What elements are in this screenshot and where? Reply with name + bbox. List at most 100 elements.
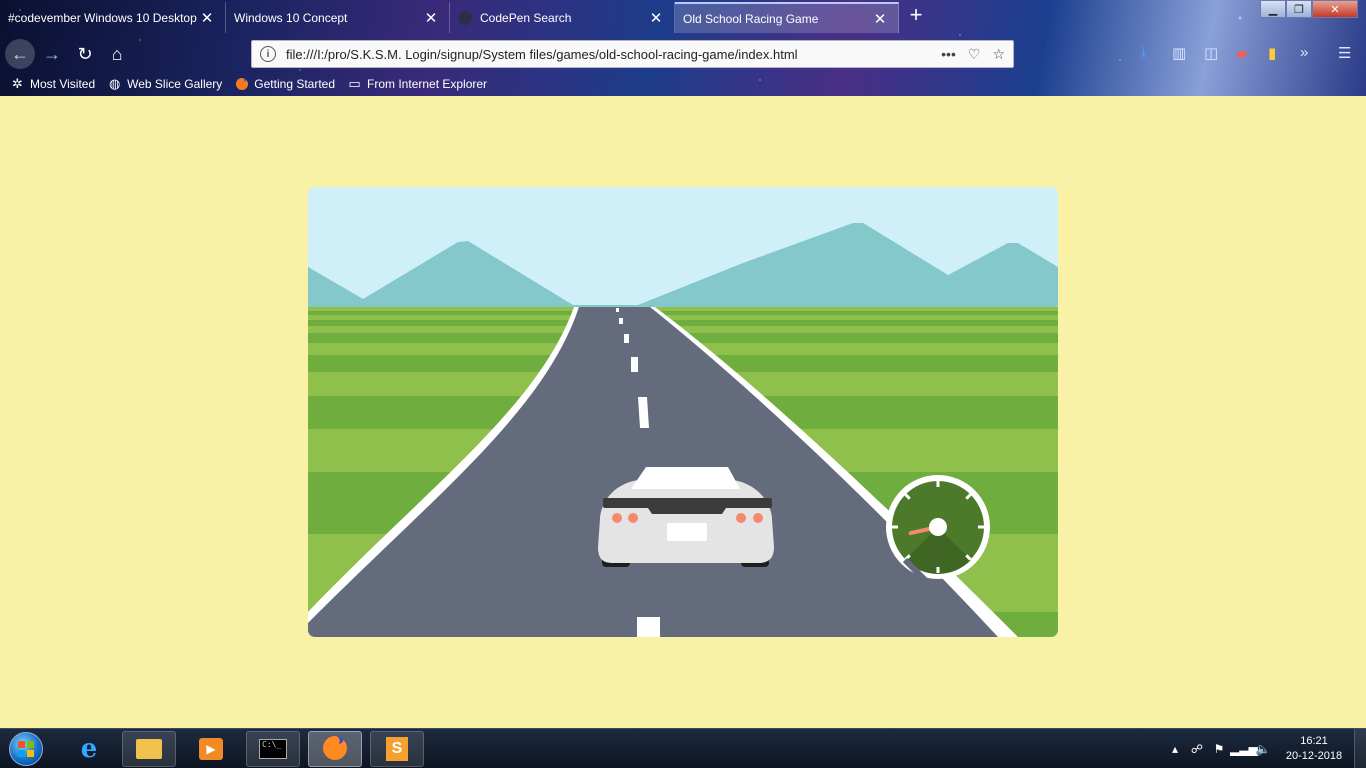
bookmark-label: Web Slice Gallery (127, 77, 223, 91)
tab-codevember[interactable]: #codevember Windows 10 Desktop ✕ (0, 2, 226, 33)
arrow-left-icon: ← (11, 43, 29, 64)
home-icon: ⌂ (111, 43, 123, 64)
tail-light-right-outer (753, 513, 763, 523)
signal-strength-icon[interactable]: ▂▃▅ (1230, 742, 1258, 756)
car-spoiler (603, 498, 772, 508)
home-button[interactable]: ⌂ (102, 39, 132, 69)
close-icon[interactable]: ✕ (872, 11, 888, 28)
show-desktop-button[interactable] (1354, 729, 1366, 768)
globe-icon: ◍ (108, 76, 121, 91)
bookmark-label: From Internet Explorer (367, 77, 488, 91)
tab-title: #codevember Windows 10 Desktop (8, 10, 197, 25)
clock[interactable]: 16:21 20-12-2018 (1274, 734, 1354, 764)
tail-light-left-inner (628, 513, 638, 523)
tab-old-school-racing-game[interactable]: Old School Racing Game ✕ (675, 2, 899, 33)
forward-button[interactable]: → (37, 39, 67, 69)
grass-stripe (308, 311, 1058, 315)
navigation-toolbar: ← → ↻ ⌂ i file:///I:/pro/S.K.S.M. Login/… (0, 36, 1366, 72)
downloads-icon[interactable]: ⤓ (1140, 44, 1147, 61)
file-explorer-icon (136, 739, 162, 759)
reload-icon: ↻ (77, 43, 93, 64)
grass-stripe (308, 315, 1058, 320)
game-scene (308, 187, 1058, 637)
clock-date: 20-12-2018 (1285, 750, 1343, 762)
bookmark-star-icon[interactable]: ☆ (992, 46, 1005, 63)
bookmark-label: Getting Started (254, 77, 336, 91)
folder-icon: ▭ (348, 76, 361, 91)
stats-addon-icon[interactable]: ▮ (1268, 44, 1276, 62)
sidebar-icon[interactable]: ◫ (1204, 44, 1218, 62)
url-text[interactable]: file:///I:/pro/S.K.S.M. Login/signup/Sys… (286, 47, 941, 62)
tab-strip: #codevember Windows 10 Desktop ✕ Windows… (0, 0, 1366, 34)
reload-button[interactable]: ↻ (70, 39, 100, 69)
new-tab-button[interactable]: + (904, 4, 928, 28)
close-icon[interactable]: ✕ (423, 10, 439, 27)
network-app-icon[interactable]: ☍ (1186, 742, 1208, 756)
taskbar-sublime-text[interactable]: S (370, 731, 424, 767)
tab-title: CodePen Search (480, 10, 572, 25)
start-button[interactable] (4, 730, 48, 768)
close-icon[interactable]: ✕ (648, 10, 664, 27)
gear-icon: ✲ (12, 76, 23, 91)
lane-dash (637, 617, 660, 637)
grass-stripe (308, 320, 1058, 326)
lane-dash (624, 334, 629, 343)
grass-stripe (308, 307, 1058, 311)
minimize-button[interactable]: ▁ (1260, 0, 1286, 18)
taskbar-file-explorer[interactable] (122, 731, 176, 767)
media-player-icon: ▶ (199, 738, 223, 760)
menu-hamburger-icon[interactable]: ☰ (1338, 44, 1351, 62)
arrow-right-icon: → (43, 43, 61, 64)
close-icon[interactable]: ✕ (199, 10, 215, 27)
info-icon[interactable]: i (260, 46, 276, 62)
tab-title: Windows 10 Concept (234, 10, 348, 25)
firefox-icon (321, 734, 349, 765)
windows-taskbar: e ▶ C:\_ S ▴ ☍ ⚑ ▂▃▅ 🔈 16:21 20-12-2018 (0, 728, 1366, 768)
bookmarks-toolbar: ✲ Most Visited ◍ Web Slice Gallery Getti… (0, 73, 1366, 95)
bookmark-web-slice-gallery[interactable]: ◍ Web Slice Gallery (107, 76, 223, 92)
page-actions-icon[interactable]: ••• (941, 46, 956, 63)
lane-dash (616, 308, 619, 312)
command-prompt-icon: C:\_ (259, 739, 287, 759)
flash-addon-icon[interactable]: ▰ (1236, 44, 1248, 62)
library-icon[interactable]: ▥ (1172, 44, 1186, 62)
tab-windows-10-concept[interactable]: Windows 10 Concept ✕ (226, 2, 450, 33)
taskbar-command-prompt[interactable]: C:\_ (246, 731, 300, 767)
bookmark-most-visited[interactable]: ✲ Most Visited (10, 76, 96, 92)
overflow-chevron-icon[interactable]: » (1300, 44, 1308, 61)
license-plate (667, 523, 707, 541)
firefox-icon (234, 77, 249, 92)
windows-logo-icon (9, 732, 43, 766)
taskbar-media-player[interactable]: ▶ (184, 731, 238, 767)
page-viewport (0, 96, 1366, 728)
system-tray: ▴ ☍ ⚑ ▂▃▅ 🔈 16:21 20-12-2018 (1164, 729, 1366, 768)
internet-explorer-icon: e (80, 734, 98, 764)
tail-light-left-outer (612, 513, 622, 523)
tab-title: Old School Racing Game (683, 11, 819, 26)
lane-dash (619, 318, 623, 324)
taskbar-internet-explorer[interactable]: e (62, 731, 116, 767)
pocket-icon[interactable]: ♡ (968, 46, 981, 63)
car-body (598, 480, 774, 563)
speedometer-hub (929, 518, 947, 536)
tail-light-right-inner (736, 513, 746, 523)
sublime-text-icon: S (386, 737, 408, 761)
racing-game-canvas[interactable] (308, 187, 1058, 637)
lane-dash (631, 357, 638, 372)
codepen-icon (458, 10, 472, 25)
bookmark-getting-started[interactable]: Getting Started (234, 77, 335, 92)
taskbar-firefox[interactable] (308, 731, 362, 767)
show-hidden-icons-icon[interactable]: ▴ (1164, 742, 1186, 756)
tab-codepen-search[interactable]: CodePen Search ✕ (450, 2, 675, 33)
volume-icon[interactable]: 🔈 (1252, 742, 1274, 756)
close-window-button[interactable]: ✕ (1312, 0, 1358, 18)
car-spoiler-stand (648, 508, 726, 514)
restore-button[interactable]: ❐ (1286, 0, 1312, 18)
car-windshield (631, 467, 740, 489)
action-center-flag-icon[interactable]: ⚑ (1208, 742, 1230, 756)
bookmark-from-internet-explorer[interactable]: ▭ From Internet Explorer (347, 76, 488, 92)
bookmark-label: Most Visited (30, 77, 96, 91)
back-button[interactable]: ← (5, 39, 35, 69)
browser-chrome: #codevember Windows 10 Desktop ✕ Windows… (0, 0, 1366, 96)
address-bar[interactable]: i file:///I:/pro/S.K.S.M. Login/signup/S… (251, 40, 1014, 68)
